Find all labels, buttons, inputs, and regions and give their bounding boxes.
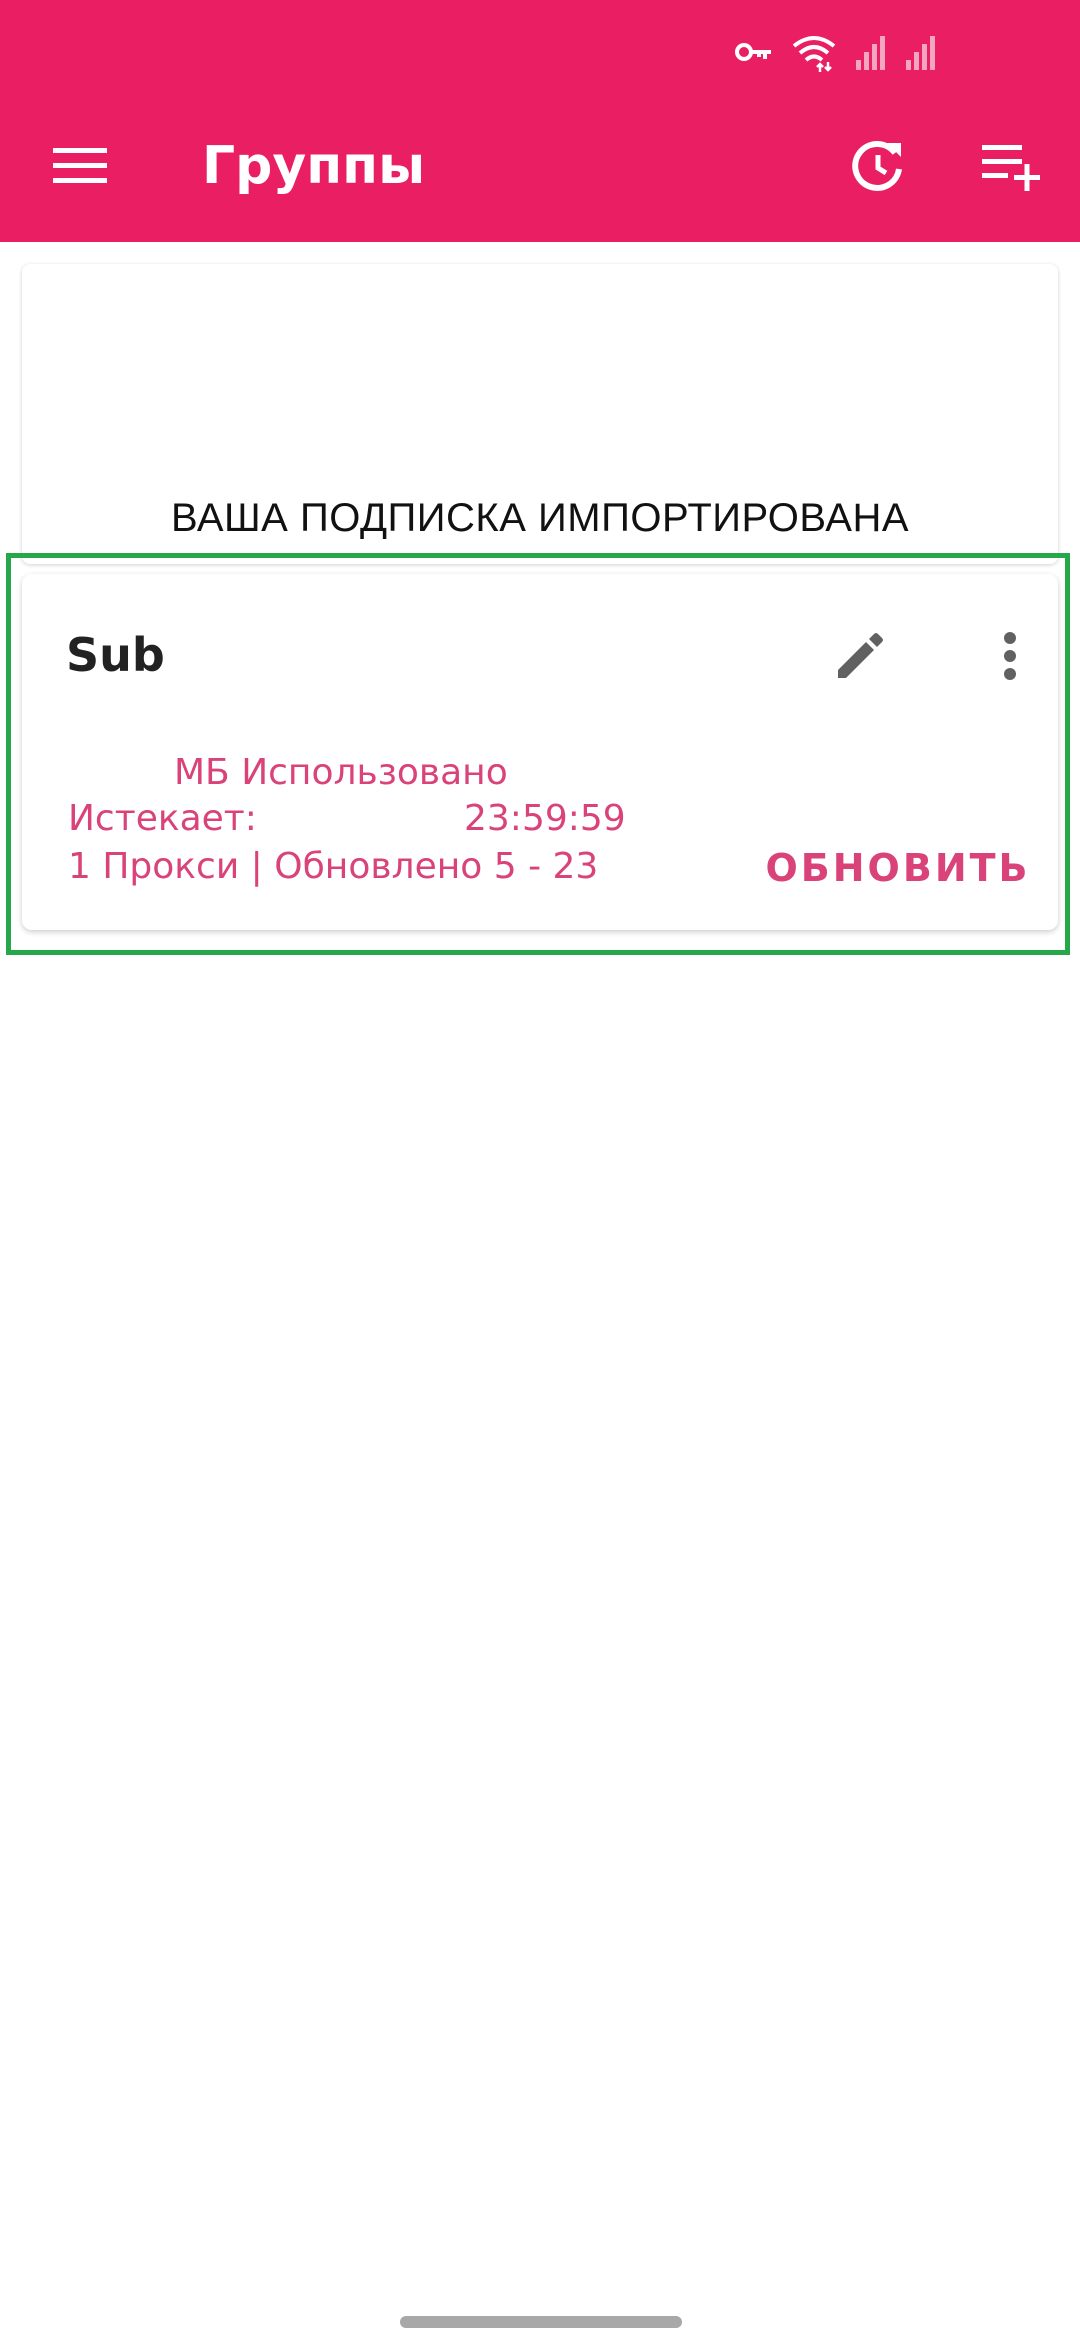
more-vert-icon[interactable]: [972, 618, 1048, 694]
refresh-icon[interactable]: [840, 128, 916, 204]
toolbar: Группы: [0, 100, 1080, 242]
traffic-usage-text: МБ Использовано: [174, 752, 508, 793]
group-name: Sub: [66, 628, 165, 682]
playlist-add-icon[interactable]: [974, 128, 1050, 204]
signal-icon-sim1: [854, 34, 888, 70]
vpn-key-icon: [734, 40, 774, 64]
page-title: Группы: [202, 136, 426, 196]
edit-icon[interactable]: [822, 618, 898, 694]
update-button[interactable]: ОБНОВИТЬ: [758, 828, 1038, 908]
status-icons: [734, 30, 938, 74]
gesture-nav-handle[interactable]: [400, 2316, 682, 2328]
import-banner-card: ВАША ПОДПИСКА ИМПОРТИРОВАНА: [22, 264, 1058, 564]
expires-label: Истекает:: [68, 798, 257, 839]
app-bar: Группы: [0, 0, 1080, 242]
expires-time: 23:59:59: [464, 798, 626, 839]
wifi-icon: [790, 32, 838, 72]
menu-icon[interactable]: [44, 130, 116, 202]
signal-icon-sim2: [904, 34, 938, 70]
status-bar: [0, 0, 1080, 100]
import-success-message: ВАША ПОДПИСКА ИМПОРТИРОВАНА: [170, 496, 910, 540]
group-card[interactable]: Sub МБ Использовано Истекает: 23:59:59 1…: [22, 574, 1058, 930]
group-summary: 1 Прокси | Обновлено 5 - 23: [68, 846, 599, 887]
